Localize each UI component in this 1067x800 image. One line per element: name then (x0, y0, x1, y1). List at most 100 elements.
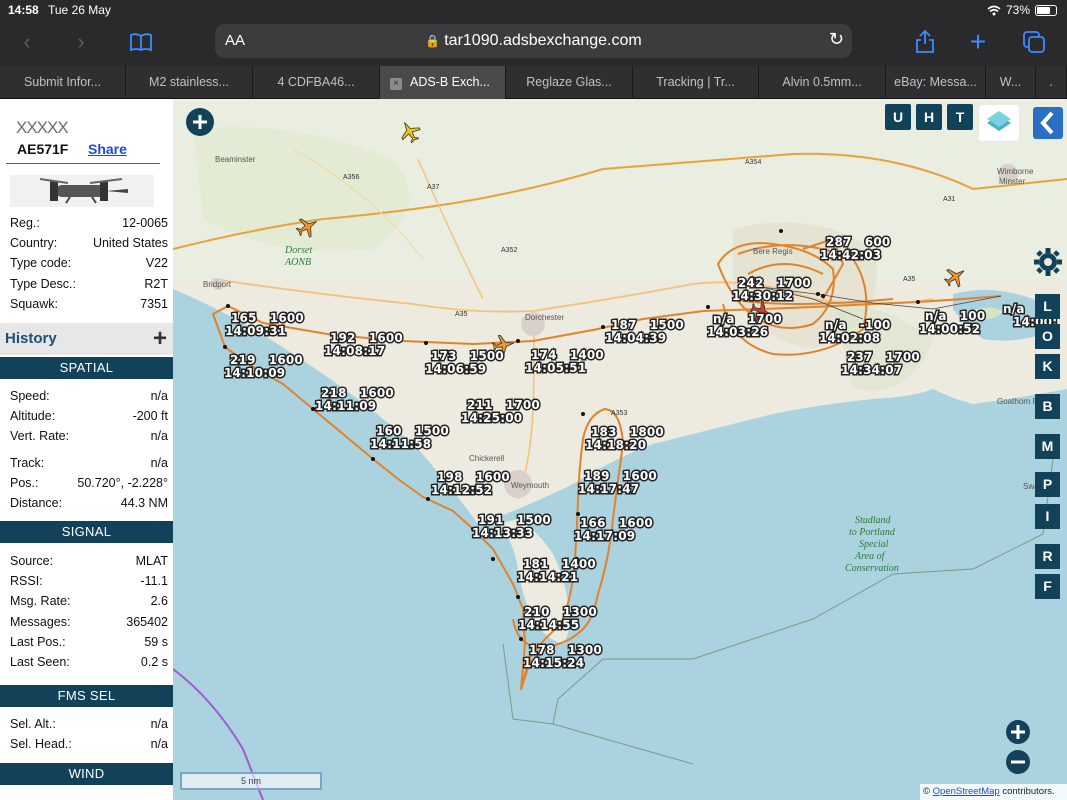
info-row: Last Pos.: 59 s (10, 635, 168, 653)
info-row: Reg.: 12-0065 (10, 216, 168, 234)
url-text[interactable]: 🔒 tar1090.adsbexchange.com (215, 32, 852, 50)
signal-header: SIGNAL (0, 521, 173, 543)
info-value: 2.6 (150, 594, 168, 609)
info-row: Pos.: 50.720°, -2.228° (10, 476, 168, 494)
map-button-t[interactable]: T (947, 104, 973, 130)
info-key: Speed: (10, 389, 50, 403)
tab-8[interactable]: W... (986, 66, 1036, 99)
track-label-top: n/a 100 (925, 309, 985, 323)
map-button-h[interactable]: H (916, 104, 942, 130)
info-value: 0.2 s (140, 655, 168, 669)
layers-icon[interactable] (979, 105, 1019, 141)
battery-percent: 73% (1005, 3, 1030, 17)
tab-1[interactable]: M2 stainless... (126, 66, 253, 99)
map-button-m[interactable]: M (1035, 434, 1060, 459)
forward-icon[interactable]: › (66, 28, 96, 56)
new-tab-icon[interactable]: + (963, 28, 993, 56)
tab-label: Tracking | Tr... (656, 75, 735, 89)
info-key: Distance: (10, 496, 63, 510)
settings-gear-icon[interactable] (1033, 247, 1063, 277)
wind-header: WIND (0, 763, 173, 785)
track-label-top: n/a 1700 (713, 312, 782, 326)
info-row: RSSI: -11.1 (10, 574, 168, 592)
collapse-sidebar-icon[interactable] (1033, 107, 1063, 139)
info-row: Country: United States (10, 236, 168, 254)
track-label-top: 187 1500 (611, 318, 684, 332)
tab-label: Submit Infor... (23, 75, 102, 89)
info-key: Vert. Rate: (10, 429, 70, 444)
track-label-time: 14:02:08 (819, 331, 880, 345)
track-label-top: 237 1700 (847, 350, 920, 364)
info-key: Pos.: (10, 475, 39, 490)
aircraft-hex: AE571F (17, 141, 69, 157)
tab-5[interactable]: Tracking | Tr... (633, 66, 759, 99)
tab-label: ADS-B Exch... (410, 75, 490, 89)
close-tab-icon[interactable]: × (390, 78, 402, 90)
map-button-o[interactable]: O (1035, 324, 1060, 349)
aircraft-info-panel: XXXXX AE571F Share Reg.: 12-0065 Country: U… (0, 99, 173, 800)
track-label-time: 14:34:07 (841, 363, 902, 377)
info-row: Squawk: 7351 (10, 297, 168, 315)
history-header[interactable]: History + (0, 323, 173, 355)
conservation-line-5: Conservation (845, 563, 899, 574)
expand-history-icon[interactable]: + (153, 325, 167, 353)
info-value: 365402 (126, 614, 168, 629)
track-label-top: 192 1600 (330, 331, 403, 345)
map-button-p[interactable]: P (1035, 472, 1060, 497)
map-button-f[interactable]: F (1035, 574, 1060, 599)
map-button-l[interactable]: L (1035, 294, 1060, 319)
track-label-top: 191 1500 (478, 513, 551, 527)
tab-4[interactable]: Reglaze Glas... (506, 66, 633, 99)
tabs-overview-icon[interactable] (1019, 28, 1049, 56)
zoom-out-icon[interactable] (1005, 749, 1031, 775)
info-key: Country: (10, 236, 58, 251)
tab-6[interactable]: Alvin 0.5mm... (759, 66, 886, 99)
reload-icon[interactable]: ↻ (829, 29, 844, 50)
info-row: Messages: 365402 (10, 615, 168, 633)
info-key: Last Seen: (10, 655, 70, 669)
track-label-time: 14:10:09 (224, 366, 285, 380)
track-label-time: 14:14:55 (518, 618, 579, 632)
zoom-in-icon[interactable] (1005, 719, 1031, 745)
openstreetmap-link[interactable]: OpenStreetMap (933, 786, 1000, 797)
map-canvas[interactable]: Beaminster Bridport Dorset AONB Dorchest… (173, 99, 1067, 800)
track-label-top: 210 1300 (524, 605, 597, 619)
info-value: -200 ft (132, 409, 168, 424)
info-value: V22 (145, 256, 168, 271)
map-button-k[interactable]: K (1035, 354, 1060, 379)
battery-icon (1035, 4, 1057, 16)
tab-0[interactable]: Submit Infor... (0, 66, 126, 99)
add-icon[interactable] (185, 107, 215, 137)
tab-3[interactable]: × ADS-B Exch... (380, 66, 506, 99)
history-title: History (5, 330, 57, 347)
share-icon[interactable] (910, 28, 940, 56)
back-icon[interactable]: ‹ (12, 28, 42, 56)
tab-7[interactable]: eBay: Messa... (886, 66, 986, 99)
map-button-u[interactable]: U (885, 104, 911, 130)
info-row: Last Seen: 0.2 s (10, 655, 168, 673)
track-label-time: 14:17:47 (578, 482, 639, 496)
place-beaminster: Beaminster (215, 155, 256, 164)
place-weymouth: Weymouth (511, 481, 549, 490)
wifi-icon (987, 5, 1001, 15)
track-label-time: 14:18:20 (585, 438, 646, 452)
conservation-line-2: to Portland (849, 527, 896, 538)
status-time: 14:58 (8, 3, 39, 17)
info-key: RSSI: (10, 574, 43, 589)
tab-9[interactable]: . (1036, 66, 1067, 99)
track-label-top: 165 1600 (231, 311, 304, 325)
address-bar[interactable]: AA 🔒 tar1090.adsbexchange.com ↻ (215, 24, 852, 58)
map-button-b[interactable]: B (1035, 394, 1060, 419)
url-value: tar1090.adsbexchange.com (444, 32, 642, 49)
map-view[interactable]: Beaminster Bridport Dorset AONB Dorchest… (173, 99, 1067, 800)
tab-2[interactable]: 4 CDFBA46... (253, 66, 380, 99)
divider (6, 163, 160, 164)
map-button-r[interactable]: R (1035, 544, 1060, 569)
track-label-time: 14:30:12 (732, 289, 793, 303)
track-label-top: 178 1300 (529, 643, 602, 657)
bookmarks-icon[interactable] (126, 28, 156, 56)
info-value: 44.3 NM (120, 496, 168, 510)
map-button-i[interactable]: I (1035, 504, 1060, 529)
info-row: Speed: n/a (10, 389, 168, 407)
share-link[interactable]: Share (88, 141, 127, 157)
